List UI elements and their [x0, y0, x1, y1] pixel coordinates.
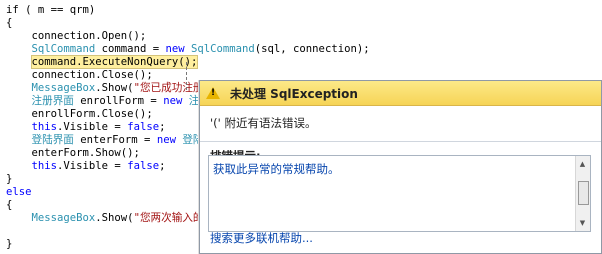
code-line[interactable]: { — [6, 199, 12, 212]
code-token: "您已成功注册 — [133, 82, 204, 94]
code-token: this — [31, 160, 58, 172]
code-token: 注 — [188, 95, 200, 107]
code-line[interactable]: 登陆界面 enterForm = new 登陆 — [6, 134, 204, 147]
code-token: .Show( — [95, 82, 134, 94]
code-token: ; — [159, 121, 166, 133]
code-line[interactable]: else — [6, 186, 32, 199]
highlighted-statement: command.ExecuteNonQuery(); — [30, 55, 199, 69]
code-token: this — [31, 121, 58, 133]
code-line[interactable]: } — [6, 173, 12, 186]
code-token: ; — [159, 160, 166, 172]
code-token: 登陆界面 — [31, 134, 74, 146]
code-token: enterForm = — [73, 134, 157, 146]
code-line[interactable]: { — [6, 17, 12, 30]
code-token: command = — [95, 43, 166, 55]
scroll-down-icon[interactable]: ▼ — [578, 217, 587, 229]
exception-title-bar[interactable]: 未处理 SqlException — [200, 81, 601, 106]
code-token: MessageBox — [31, 212, 96, 224]
code-line[interactable]: this.Visible = false; — [6, 160, 166, 173]
scroll-thumb[interactable] — [578, 181, 589, 205]
code-token: enterForm.Show(); — [6, 147, 140, 159]
code-token: false — [127, 121, 160, 133]
warning-triangle-icon — [206, 87, 220, 99]
code-token: connection.Open(); — [6, 30, 147, 42]
code-line[interactable]: enterForm.Show(); — [6, 147, 140, 160]
code-line[interactable]: 注册界面 enrollForm = new 注 — [6, 95, 200, 108]
code-token: .Visible = — [57, 121, 128, 133]
code-token: enrollForm = — [73, 95, 164, 107]
exception-title: 未处理 SqlException — [230, 86, 358, 101]
code-token: "您两次输入的 — [133, 212, 204, 224]
code-token: MessageBox — [31, 82, 96, 94]
code-token: SqlCommand — [31, 43, 96, 55]
exception-connector — [186, 62, 188, 90]
code-line[interactable]: enrollForm.Close(); — [6, 108, 153, 121]
scrollbar[interactable]: ▲ ▼ — [575, 156, 590, 231]
code-token: else — [6, 186, 32, 198]
code-token: false — [127, 160, 160, 172]
code-token: new — [165, 43, 185, 55]
code-token: .Show( — [95, 212, 134, 224]
tip-link[interactable]: 获取此异常的常规帮助。 — [213, 161, 340, 177]
exception-message: '(' 附近有语法错误。 — [210, 116, 317, 130]
code-line[interactable]: MessageBox.Show("您两次输入的 — [6, 212, 204, 225]
code-token: new — [163, 95, 183, 107]
code-line[interactable]: MessageBox.Show("您已成功注册 — [6, 82, 204, 95]
code-line[interactable]: connection.Close(); — [6, 69, 153, 82]
code-line[interactable]: command.ExecuteNonQuery(); — [6, 55, 199, 69]
code-token: { — [6, 199, 13, 211]
search-more-help-link[interactable]: 搜索更多联机帮助... — [210, 230, 313, 246]
code-line[interactable]: if ( m == qrm) — [6, 4, 95, 17]
code-line[interactable]: this.Visible = false; — [6, 121, 166, 134]
troubleshooting-list: 获取此异常的常规帮助。 ▲ ▼ — [208, 155, 591, 232]
exception-assistant: 未处理 SqlException '(' 附近有语法错误。 排错提示: 获取此异… — [199, 80, 602, 254]
code-token: connection.Close(); — [6, 69, 153, 81]
code-token: .Visible = — [57, 160, 128, 172]
code-token: } — [6, 238, 13, 250]
code-line[interactable]: connection.Open(); — [6, 30, 147, 43]
code-line[interactable]: SqlCommand command = new SqlCommand(sql,… — [6, 43, 370, 56]
code-token: 注册界面 — [31, 95, 74, 107]
code-token: enrollForm.Close(); — [6, 108, 153, 120]
code-token: new — [156, 134, 176, 146]
code-token: SqlCommand — [191, 43, 255, 55]
code-token: { — [6, 17, 13, 29]
code-token: (sql, connection); — [254, 43, 370, 55]
code-token: if ( m == qrm) — [6, 4, 96, 16]
code-line[interactable]: } — [6, 238, 12, 251]
code-token: } — [6, 173, 13, 185]
scroll-up-icon[interactable]: ▲ — [578, 158, 587, 170]
